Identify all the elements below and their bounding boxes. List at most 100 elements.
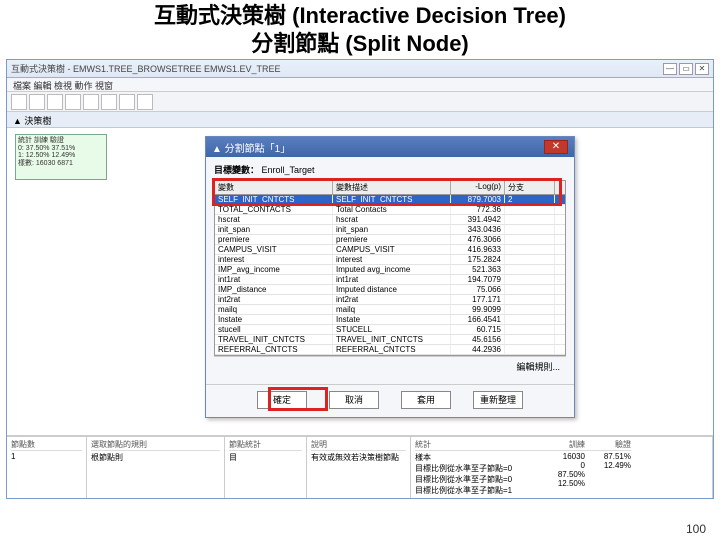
tool-icon[interactable] xyxy=(29,94,45,110)
cell: interest xyxy=(333,255,451,264)
cell: STUCELL xyxy=(333,325,451,334)
ok-button[interactable]: 確定 xyxy=(257,391,307,409)
maximize-button[interactable]: ▭ xyxy=(679,63,693,75)
split-node-dialog: ▲ 分割節點「1」 ✕ 目標變數： Enroll_Target 變數 變數描述 … xyxy=(205,136,575,418)
cell: 175.2824 xyxy=(451,255,505,264)
tool-icon[interactable] xyxy=(119,94,135,110)
stat-value: 12.49% xyxy=(585,461,631,470)
table-row[interactable]: TRAVEL_INIT_CNTCTSTRAVEL_INIT_CNTCTS45.6… xyxy=(215,335,565,345)
tool-icon[interactable] xyxy=(83,94,99,110)
table-row[interactable]: TOTAL_CONTACTSTotal Contacts772.36 xyxy=(215,205,565,215)
table-row[interactable]: CAMPUS_VISITCAMPUS_VISIT416.9633 xyxy=(215,245,565,255)
cell: mailq xyxy=(333,305,451,314)
tool-icon[interactable] xyxy=(47,94,63,110)
cell: CAMPUS_VISIT xyxy=(215,245,333,254)
titlebar: 互動式決策樹 - EMWS1.TREE_BROWSETREE EMWS1.EV_… xyxy=(7,60,713,78)
col-branch[interactable]: 分支 xyxy=(505,181,555,194)
node-stat-line: 1: 12.50% 12.49% xyxy=(18,152,104,160)
cell: 45.6156 xyxy=(451,335,505,344)
cell xyxy=(505,225,555,234)
cancel-button[interactable]: 取消 xyxy=(329,391,379,409)
stat-row-label: 目標比例從水準至子節點=0 xyxy=(415,474,535,485)
col-logp[interactable]: -Log(p) xyxy=(451,181,505,194)
dialog-close-button[interactable]: ✕ xyxy=(544,140,568,154)
table-row[interactable]: stucellSTUCELL60.715 xyxy=(215,325,565,335)
stat-row-label: 目標比例從水準至子節點=1 xyxy=(415,485,535,496)
cell: int1rat xyxy=(215,275,333,284)
table-row[interactable]: int1ratint1rat194.7079 xyxy=(215,275,565,285)
table-row[interactable]: interestinterest175.2824 xyxy=(215,255,565,265)
status-header: 選取節點的規則 xyxy=(91,439,220,451)
inner-window-tab[interactable]: ▲ 決策樹 xyxy=(7,112,713,128)
cell: int1rat xyxy=(333,275,451,284)
cell: REFERRAL_CNTCTS xyxy=(215,345,333,354)
grid-body[interactable]: SELF_INIT_CNTCTSSELF_INIT_CNTCTS879.7003… xyxy=(214,195,566,356)
cell xyxy=(505,215,555,224)
cell: premiere xyxy=(333,235,451,244)
status-header: 節點數 xyxy=(11,439,82,451)
reset-button[interactable]: 重新整理 xyxy=(473,391,523,409)
cell xyxy=(505,205,555,214)
table-row[interactable]: mailqmailq99.9099 xyxy=(215,305,565,315)
status-header: 訓練 xyxy=(535,439,585,451)
target-value: Enroll_Target xyxy=(262,165,315,175)
apply-button[interactable]: 套用 xyxy=(401,391,451,409)
cell: 44.2936 xyxy=(451,345,505,354)
cell: 343.0436 xyxy=(451,225,505,234)
cell: 99.9099 xyxy=(451,305,505,314)
stat-value: 12.50% xyxy=(535,479,585,488)
cell: int2rat xyxy=(333,295,451,304)
cell: SELF_INIT_CNTCTS xyxy=(215,195,333,204)
stat-value: 16030 xyxy=(535,452,585,461)
cell xyxy=(505,325,555,334)
stat-value: 0 xyxy=(535,461,585,470)
table-row[interactable]: IMP_avg_incomeImputed avg_income521.363 xyxy=(215,265,565,275)
cell: mailq xyxy=(215,305,333,314)
cell xyxy=(505,335,555,344)
cell: Total Contacts xyxy=(333,205,451,214)
table-row[interactable]: int2ratint2rat177.171 xyxy=(215,295,565,305)
tool-icon[interactable] xyxy=(101,94,117,110)
cell: 177.171 xyxy=(451,295,505,304)
cell: CAMPUS_VISIT xyxy=(333,245,451,254)
close-button[interactable]: ✕ xyxy=(695,63,709,75)
tool-icon[interactable] xyxy=(11,94,27,110)
table-row[interactable]: premierepremiere476.3066 xyxy=(215,235,565,245)
grid-header: 變數 變數描述 -Log(p) 分支 xyxy=(214,180,566,195)
cell: stucell xyxy=(215,325,333,334)
slide-title: 互動式決策樹 (Interactive Decision Tree) xyxy=(0,2,720,30)
cell: premiere xyxy=(215,235,333,244)
status-value: 有效或無效若決策樹節點 xyxy=(311,452,406,463)
node-stat-line: 0: 37.50% 37.51% xyxy=(18,145,104,153)
tool-icon[interactable] xyxy=(65,94,81,110)
dialog-title-text: ▲ 分割節點「1」 xyxy=(212,140,290,155)
col-description[interactable]: 變數描述 xyxy=(333,181,451,194)
table-row[interactable]: init_spaninit_span343.0436 xyxy=(215,225,565,235)
cell: 772.36 xyxy=(451,205,505,214)
tool-icon[interactable] xyxy=(137,94,153,110)
cell: hscrat xyxy=(333,215,451,224)
cell xyxy=(505,285,555,294)
edit-rule-button[interactable]: 編輯規則... xyxy=(516,362,560,372)
table-row[interactable]: IMP_distanceImputed distance75.066 xyxy=(215,285,565,295)
table-row[interactable]: REFERRAL_CNTCTSREFERRAL_CNTCTS44.2936 xyxy=(215,345,565,355)
stat-value: 87.50% xyxy=(535,470,585,479)
root-node[interactable]: 統計 訓練 驗證 0: 37.50% 37.51% 1: 12.50% 12.4… xyxy=(15,134,107,180)
menubar[interactable]: 檔案 編輯 檢視 動作 視窗 xyxy=(7,78,713,92)
table-row[interactable]: SELF_INIT_CNTCTSSELF_INIT_CNTCTS879.7003… xyxy=(215,195,565,205)
cell: 75.066 xyxy=(451,285,505,294)
cell: IMP_distance xyxy=(215,285,333,294)
tree-canvas[interactable]: 統計 訓練 驗證 0: 37.50% 37.51% 1: 12.50% 12.4… xyxy=(7,128,713,436)
table-row[interactable]: InstateInstate166.4541 xyxy=(215,315,565,325)
cell xyxy=(505,345,555,354)
cell xyxy=(505,305,555,314)
toolbar xyxy=(7,92,713,112)
table-row[interactable]: hscrathscrat391.4942 xyxy=(215,215,565,225)
status-value: 根節點則 xyxy=(91,452,220,463)
cell: REFERRAL_CNTCTS xyxy=(333,345,451,354)
cell xyxy=(505,265,555,274)
stat-row-label: 目標比例從水準至子節點=0 xyxy=(415,463,535,474)
col-variable[interactable]: 變數 xyxy=(215,181,333,194)
minimize-button[interactable]: — xyxy=(663,63,677,75)
cell: SELF_INIT_CNTCTS xyxy=(333,195,451,204)
